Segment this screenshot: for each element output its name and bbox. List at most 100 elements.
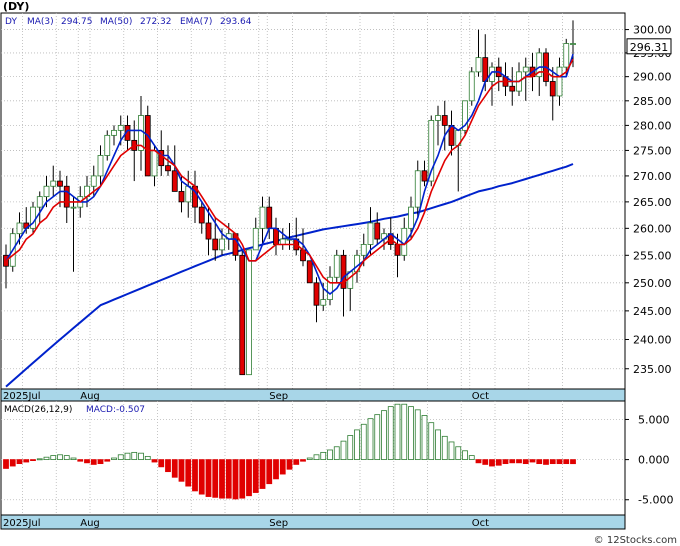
price-month-label: 2025Jul xyxy=(3,391,41,402)
candle xyxy=(239,249,246,376)
macd-bar xyxy=(171,459,178,478)
macd-bar xyxy=(516,459,522,464)
candle-body xyxy=(408,206,414,229)
price-y-tick-label: 250.00 xyxy=(633,277,672,290)
candle-body xyxy=(279,238,286,245)
candle-body xyxy=(273,227,279,245)
macd-bar xyxy=(9,459,16,467)
candle-body xyxy=(360,244,367,256)
candle xyxy=(144,105,151,177)
macd-y-tick-label: 0.000 xyxy=(638,454,670,467)
candle-body xyxy=(151,150,158,177)
candle xyxy=(246,249,252,376)
macd-bar xyxy=(43,456,50,461)
candle-body xyxy=(43,185,50,198)
price-month-label: Sep xyxy=(269,391,288,402)
macd-bar xyxy=(273,459,279,480)
macd-bar xyxy=(313,454,320,461)
macd-bar xyxy=(57,454,63,461)
candle-body xyxy=(414,170,421,208)
last-price-value: 296.31 xyxy=(630,41,669,54)
macd-bar xyxy=(522,459,529,465)
price-y-tick-label: 285.00 xyxy=(633,95,672,108)
macd-bar xyxy=(16,459,23,465)
macd-month-label: 2025Jul xyxy=(3,518,41,529)
price-y-tick-label: 240.00 xyxy=(633,334,672,347)
macd-bar xyxy=(529,459,536,463)
macd-bar xyxy=(536,459,543,465)
candle-body xyxy=(421,170,428,182)
macd-bar xyxy=(232,459,239,500)
candle-body xyxy=(435,115,441,121)
macd-bar xyxy=(219,459,225,499)
candle xyxy=(468,67,475,106)
candle-body xyxy=(90,175,97,187)
macd-bar xyxy=(293,459,300,465)
macd-bar xyxy=(327,449,333,461)
candle-body xyxy=(374,222,381,240)
macd-bar xyxy=(77,459,84,462)
macd-bar xyxy=(151,459,158,463)
macd-bar xyxy=(320,451,327,461)
candle-body xyxy=(205,222,212,240)
candle-body xyxy=(468,71,475,102)
candle-body xyxy=(522,66,529,73)
macd-bar xyxy=(178,459,185,482)
macd-bar xyxy=(306,457,313,461)
candle-body xyxy=(70,206,77,209)
macd-bar xyxy=(455,446,462,461)
macd-y-tick-label: 5.000 xyxy=(638,413,670,426)
macd-bar xyxy=(374,414,381,461)
macd-bar xyxy=(158,459,165,468)
macd-bar xyxy=(246,459,252,497)
macd-bar xyxy=(165,459,171,473)
macd-bar xyxy=(468,455,475,461)
legend-ma3-value: 294.75 xyxy=(61,17,93,27)
macd-bar xyxy=(212,459,219,498)
price-y-tick-label: 270.00 xyxy=(633,170,672,183)
candle-body xyxy=(266,206,273,229)
macd-bar xyxy=(144,455,151,461)
macd-bar xyxy=(367,418,374,461)
price-y-tick-label: 265.00 xyxy=(633,196,672,209)
candle-body xyxy=(259,206,266,229)
macd-bar xyxy=(428,422,435,461)
legend-ema7-value: 293.64 xyxy=(220,17,252,27)
price-month-label: Oct xyxy=(472,391,489,402)
candle-body xyxy=(320,299,327,306)
macd-bar xyxy=(104,459,111,462)
macd-bar xyxy=(462,450,468,461)
candle-body xyxy=(246,249,252,376)
candle-body xyxy=(117,124,124,131)
candle-body xyxy=(104,134,111,156)
macd-bar xyxy=(394,403,401,461)
candle-body xyxy=(239,254,246,376)
price-month-label: Aug xyxy=(80,391,100,402)
chart-symbol: (DY) xyxy=(3,0,29,13)
macd-bar xyxy=(563,459,570,465)
last-price-tag: 296.31 xyxy=(626,38,672,55)
macd-month-label: Oct xyxy=(472,518,489,529)
macd-bar xyxy=(36,458,43,461)
macd-panel: 5.000 0.000 -5.000 2025Jul Aug Sep Oct MACD(2… xyxy=(0,400,673,530)
candle-body xyxy=(50,180,57,187)
candle-body xyxy=(441,115,448,126)
candle-body xyxy=(394,244,401,256)
macd-bar xyxy=(97,459,104,465)
macd-bar xyxy=(401,403,408,461)
candle-body xyxy=(252,227,259,251)
macd-month-label: Sep xyxy=(269,518,288,529)
macd-value: MACD:-0.507 xyxy=(86,405,145,415)
price-y-tick-label: 235.00 xyxy=(633,363,672,376)
watermark: © 12Stocks.com xyxy=(594,535,677,546)
macd-bar xyxy=(340,440,347,461)
candle-body xyxy=(198,206,205,224)
candle-body xyxy=(333,254,340,278)
candle-body xyxy=(16,222,23,235)
legend-ma3-label: MA(3) xyxy=(27,17,54,27)
macd-bar xyxy=(70,457,77,461)
candle-body xyxy=(549,81,556,97)
candle-body xyxy=(563,43,570,68)
macd-bar xyxy=(3,459,9,469)
macd-bar xyxy=(30,459,36,462)
